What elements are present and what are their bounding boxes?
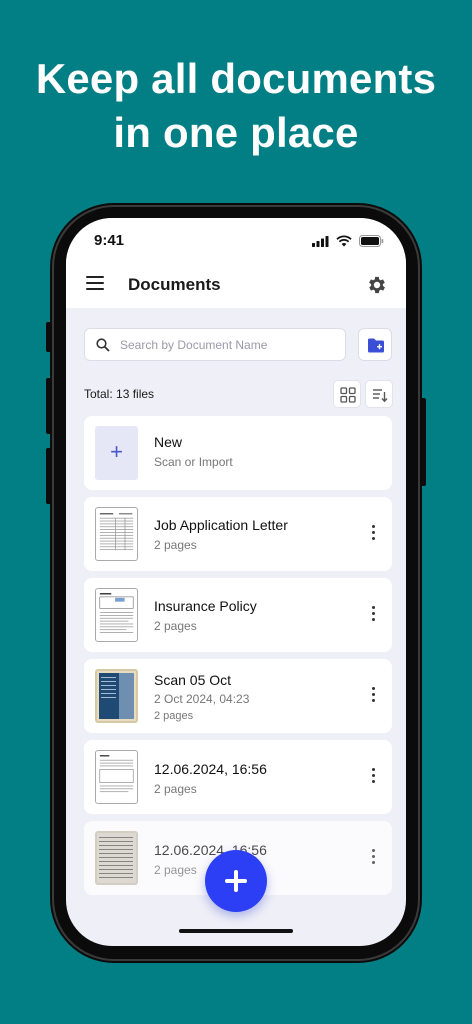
document-thumbnail bbox=[95, 588, 138, 642]
more-options-icon[interactable] bbox=[372, 849, 376, 867]
plus-icon: + bbox=[110, 439, 123, 464]
sort-icon bbox=[373, 389, 388, 403]
page-title: Documents bbox=[128, 275, 221, 294]
new-document-title: New bbox=[154, 434, 183, 450]
document-row[interactable]: Job Application Letter 2 pages bbox=[84, 497, 392, 571]
home-indicator bbox=[179, 929, 293, 933]
hamburger-menu-icon[interactable] bbox=[86, 276, 104, 294]
search-icon bbox=[96, 338, 110, 352]
document-title: 12.06.2024, 16:56 bbox=[154, 761, 267, 777]
add-document-fab[interactable] bbox=[205, 850, 267, 912]
headline-line-1: Keep all documents bbox=[35, 55, 437, 102]
folder-add-icon bbox=[368, 338, 384, 353]
search-placeholder: Search by Document Name bbox=[120, 338, 268, 352]
more-options-icon[interactable] bbox=[372, 768, 376, 786]
document-date: 2 Oct 2024, 04:23 bbox=[154, 692, 250, 706]
document-row[interactable]: Scan 05 Oct 2 Oct 2024, 04:23 2 pages bbox=[84, 659, 392, 733]
file-count: Total: 13 files bbox=[84, 387, 155, 401]
signal-icon bbox=[312, 235, 329, 247]
document-row[interactable]: Insurance Policy 2 pages bbox=[84, 578, 392, 652]
document-pages: 2 pages bbox=[154, 619, 197, 633]
document-thumbnail bbox=[95, 507, 138, 561]
document-pages: 2 pages bbox=[154, 863, 197, 877]
document-pages: 2 pages bbox=[154, 782, 197, 796]
sort-button[interactable] bbox=[365, 380, 393, 408]
marketing-headline: Keep all documents in one place bbox=[0, 52, 472, 160]
settings-gear-icon[interactable] bbox=[366, 274, 388, 296]
new-document-subtitle: Scan or Import bbox=[154, 455, 233, 469]
document-title: Insurance Policy bbox=[154, 598, 257, 614]
document-thumbnail bbox=[95, 831, 138, 885]
document-thumbnail bbox=[95, 750, 138, 804]
document-pages: 2 pages bbox=[154, 538, 197, 552]
headline-line-2: in one place bbox=[113, 109, 359, 156]
status-icons bbox=[312, 235, 384, 247]
new-folder-button[interactable] bbox=[358, 328, 392, 361]
document-pages: 2 pages bbox=[154, 710, 194, 722]
new-document-thumb: + bbox=[95, 426, 138, 480]
document-title: Job Application Letter bbox=[154, 517, 288, 533]
more-options-icon[interactable] bbox=[372, 687, 376, 705]
more-options-icon[interactable] bbox=[372, 606, 376, 624]
document-row[interactable]: 12.06.2024, 16:56 2 pages bbox=[84, 740, 392, 814]
search-input[interactable]: Search by Document Name bbox=[84, 328, 346, 361]
app-bar: Documents bbox=[66, 264, 406, 308]
more-options-icon[interactable] bbox=[372, 525, 376, 543]
wifi-icon bbox=[336, 235, 352, 247]
document-title: Scan 05 Oct bbox=[154, 672, 232, 688]
app-screen: 9:41 Documents Search by Document Name T… bbox=[66, 218, 406, 946]
battery-icon bbox=[359, 235, 384, 247]
grid-view-button[interactable] bbox=[333, 380, 361, 408]
status-time: 9:41 bbox=[94, 232, 125, 249]
document-thumbnail bbox=[95, 669, 138, 723]
grid-icon bbox=[340, 387, 356, 403]
new-document-card[interactable]: + New Scan or Import bbox=[84, 416, 392, 490]
status-bar: 9:41 bbox=[66, 218, 406, 264]
